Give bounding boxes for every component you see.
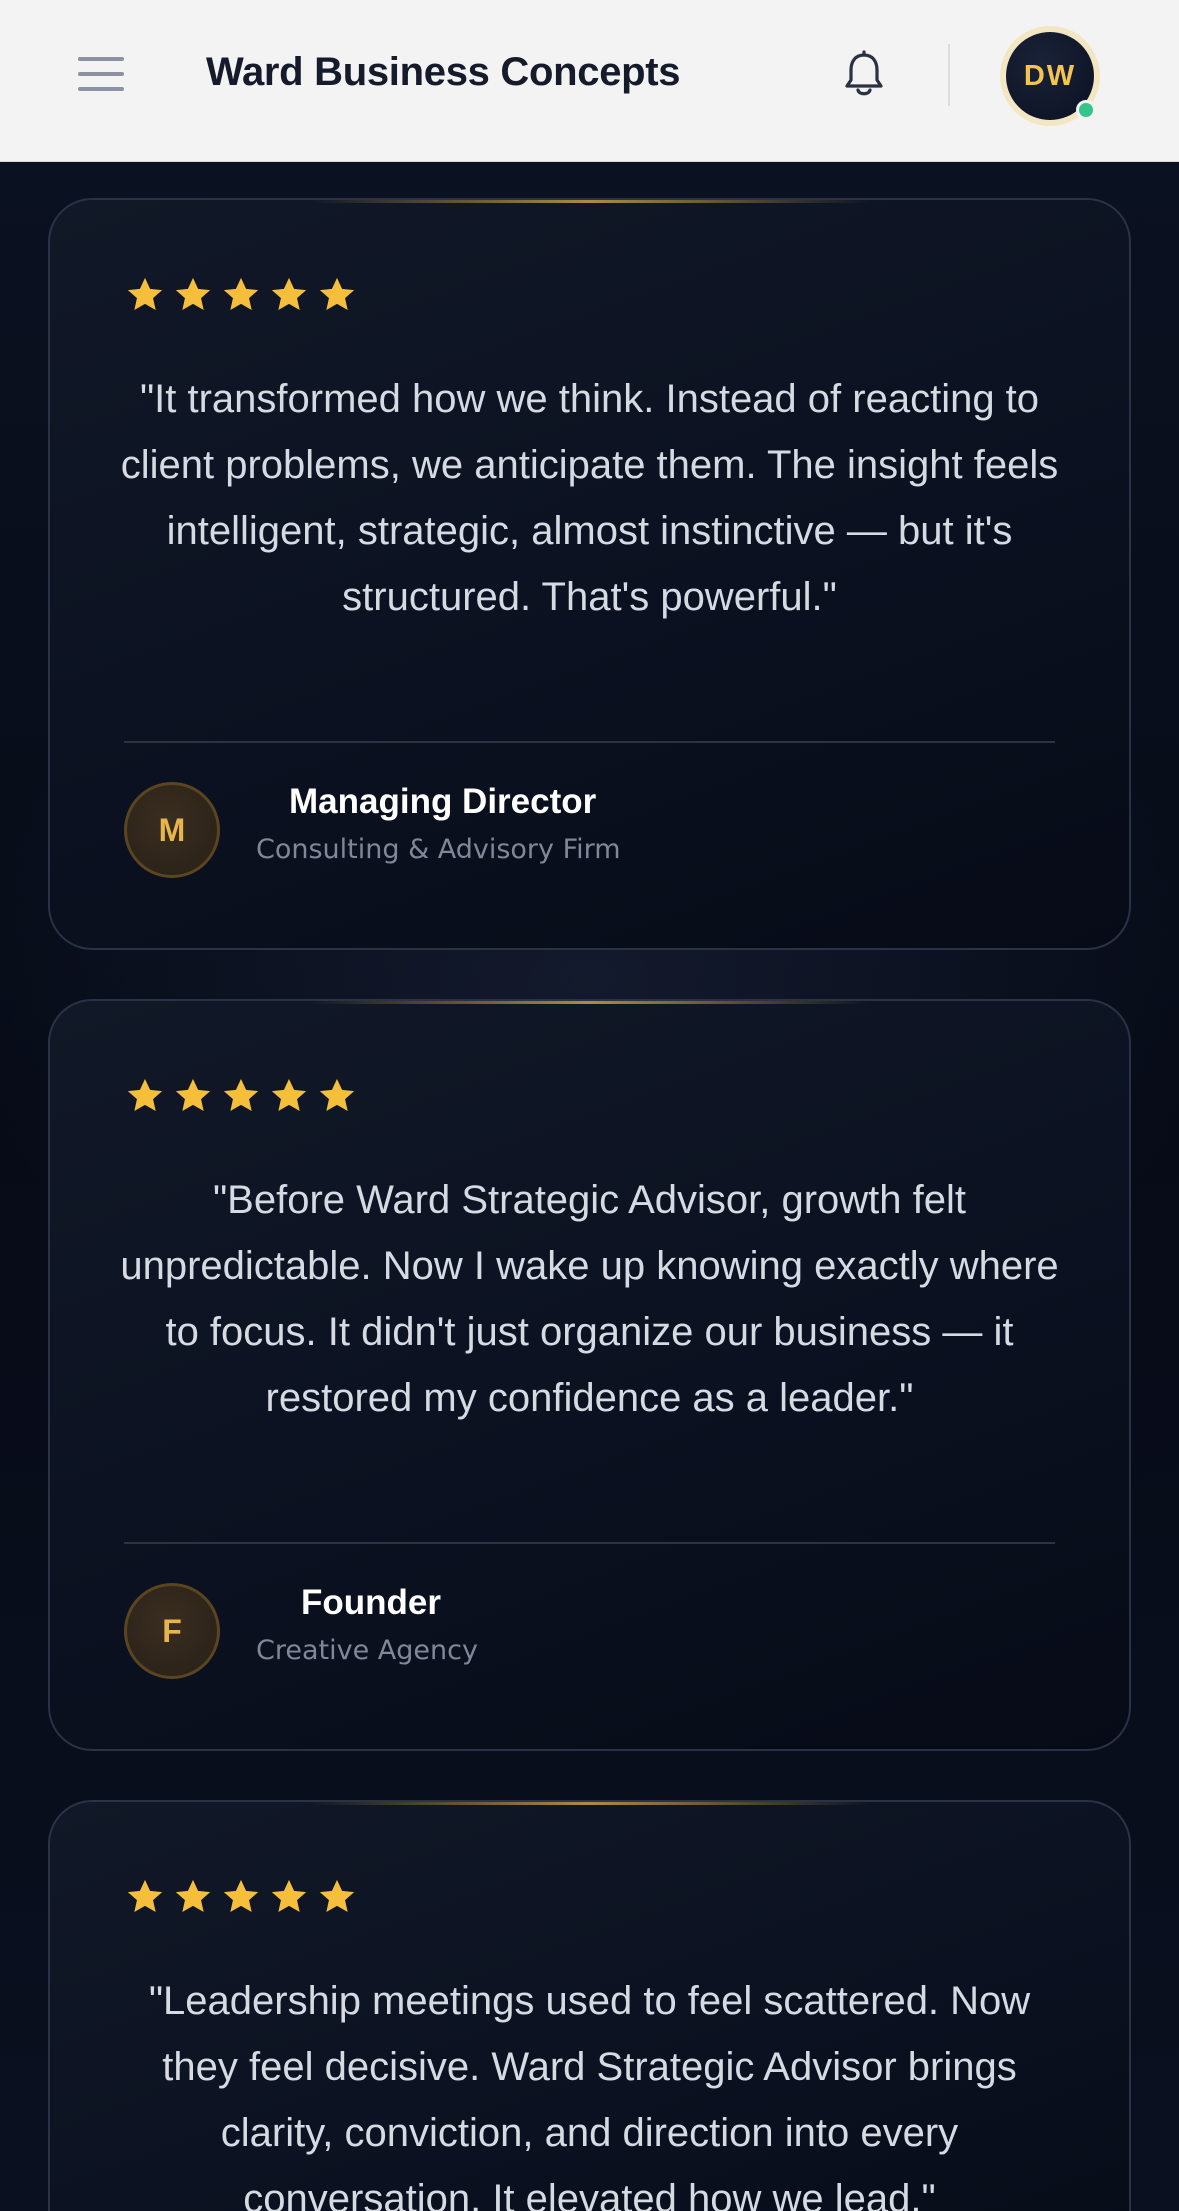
online-status-dot	[1076, 100, 1096, 120]
star-icon	[271, 277, 307, 311]
hamburger-menu-icon[interactable]	[78, 55, 124, 93]
star-icon	[175, 1879, 211, 1913]
star-rating	[124, 274, 358, 316]
testimonial-quote: "Leadership meetings used to feel scatte…	[148, 1979, 1031, 2211]
star-icon	[127, 1879, 163, 1913]
star-icon	[223, 277, 259, 311]
bell-icon[interactable]	[842, 50, 886, 100]
star-icon	[319, 277, 355, 311]
author-avatar: M	[124, 782, 220, 878]
card-divider	[124, 1542, 1055, 1544]
testimonials-page: Ward Business Concepts DW "It transforme…	[0, 0, 1179, 2211]
header-divider	[948, 44, 950, 106]
app-title: Ward Business Concepts	[206, 50, 681, 94]
author-avatar: F	[124, 1583, 220, 1679]
user-avatar-button[interactable]: DW	[1000, 26, 1100, 126]
testimonial-card: "Leadership meetings used to feel scatte…	[48, 1800, 1131, 2211]
star-icon	[175, 277, 211, 311]
testimonial-card: "Before Ward Strategic Advisor, growth f…	[48, 999, 1131, 1751]
star-icon	[127, 1078, 163, 1112]
testimonial-card: "It transformed how we think. Instead of…	[48, 198, 1131, 950]
star-icon	[175, 1078, 211, 1112]
testimonial-quote: "It transformed how we think. Instead of…	[120, 377, 1059, 619]
author-organization: Consulting & Advisory Firm	[256, 834, 621, 865]
star-icon	[271, 1879, 307, 1913]
star-icon	[223, 1078, 259, 1112]
author-role: Founder	[301, 1583, 441, 1622]
star-icon	[223, 1879, 259, 1913]
card-divider	[124, 741, 1055, 743]
star-rating	[124, 1075, 358, 1117]
app-header: Ward Business Concepts DW	[0, 0, 1179, 162]
author-role: Managing Director	[289, 782, 597, 821]
author-organization: Creative Agency	[256, 1635, 478, 1666]
star-icon	[127, 277, 163, 311]
star-icon	[319, 1879, 355, 1913]
star-rating	[124, 1876, 358, 1918]
star-icon	[319, 1078, 355, 1112]
star-icon	[271, 1078, 307, 1112]
testimonial-quote: "Before Ward Strategic Advisor, growth f…	[120, 1178, 1059, 1420]
